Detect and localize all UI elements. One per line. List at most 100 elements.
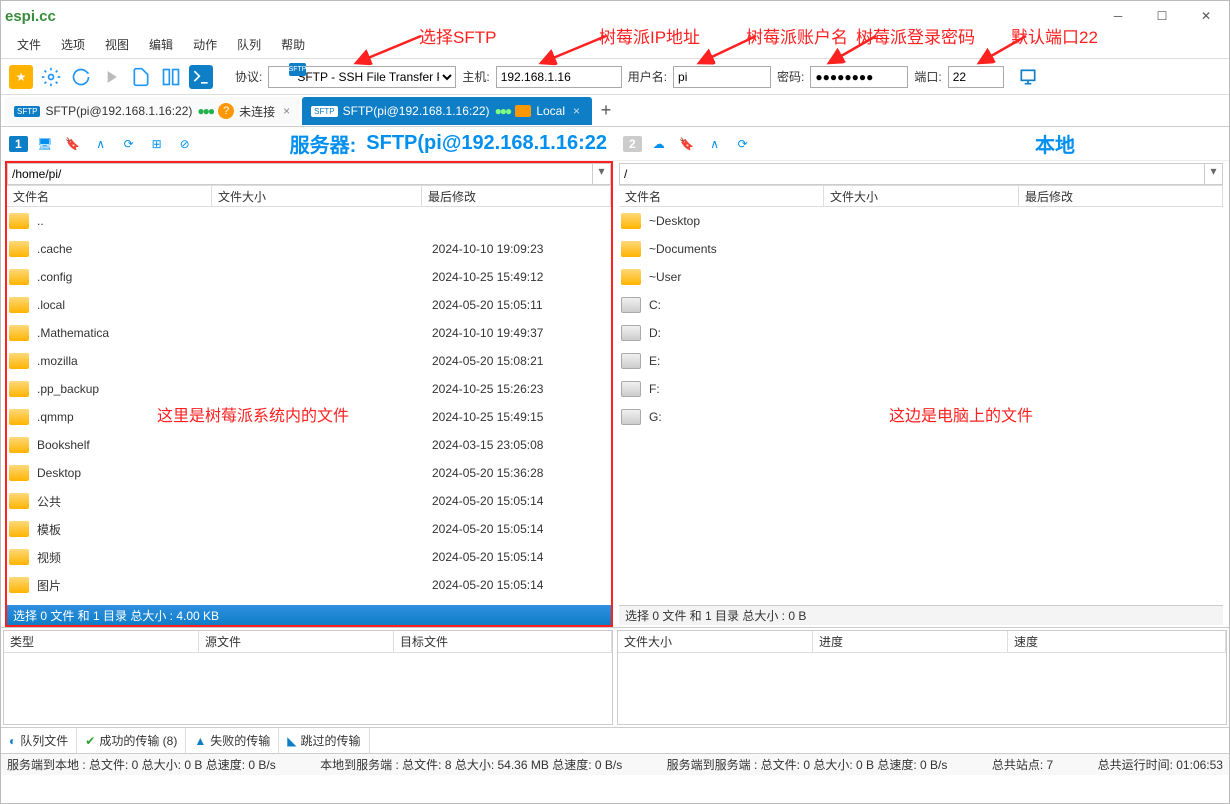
col-mod[interactable]: 最后修改: [1019, 186, 1223, 206]
remote-file-list[interactable]: 这里是树莓派系统内的文件 ...cache2024-10-10 19:09:23…: [7, 207, 611, 605]
table-row[interactable]: E:: [619, 347, 1223, 375]
file-icon[interactable]: [129, 65, 153, 89]
table-row[interactable]: Bookshelf2024-03-15 23:05:08: [7, 431, 611, 459]
refresh-icon[interactable]: [69, 65, 93, 89]
menu-options[interactable]: 选项: [51, 33, 95, 56]
local-status: 选择 0 文件 和 1 目录 总大小 : 0 B: [619, 605, 1223, 625]
file-name: Bookshelf: [37, 438, 432, 452]
footer-s1: 服务端到本地 : 总文件: 0 总大小: 0 B 总速度: 0 B/s: [7, 756, 276, 773]
terminal-icon[interactable]: [189, 65, 213, 89]
qcol-size[interactable]: 文件大小: [618, 631, 813, 652]
disconnect-icon[interactable]: ⊘: [174, 133, 196, 155]
up-icon[interactable]: ∧: [90, 133, 112, 155]
user-label: 用户名:: [628, 68, 667, 85]
tab-1-status-dots: ●●●: [197, 104, 213, 118]
table-row[interactable]: .mozilla2024-05-20 15:08:21: [7, 347, 611, 375]
qcol-speed[interactable]: 速度: [1008, 631, 1226, 652]
refresh-left-icon[interactable]: ⟳: [118, 133, 140, 155]
menu-view[interactable]: 视图: [95, 33, 139, 56]
tab-session-1[interactable]: SFTP SFTP(pi@192.168.1.16:22) ●●● ? 未连接 …: [5, 97, 302, 125]
table-row[interactable]: 视频2024-05-20 15:05:14: [7, 543, 611, 571]
col-size[interactable]: 文件大小: [824, 186, 1019, 206]
file-name: .cache: [37, 242, 432, 256]
table-row[interactable]: 图片2024-05-20 15:05:14: [7, 571, 611, 599]
bottab-success[interactable]: ✔成功的传输 (8): [77, 728, 186, 753]
network-icon[interactable]: ⊞: [146, 133, 168, 155]
menu-queue[interactable]: 队列: [227, 33, 271, 56]
tab-1-nc: 未连接: [239, 103, 275, 120]
remote-pane: ▾ 文件名 文件大小 最后修改 这里是树莓派系统内的文件 ...cache202…: [5, 161, 613, 627]
table-row[interactable]: .cache2024-10-10 19:09:23: [7, 235, 611, 263]
file-mod: 2024-10-10 19:09:23: [432, 242, 543, 256]
up-right-icon[interactable]: ∧: [704, 133, 726, 155]
qcol-progress[interactable]: 进度: [813, 631, 1008, 652]
remote-path-bar: ▾: [7, 163, 611, 185]
path-dropdown-icon[interactable]: ▾: [592, 164, 610, 184]
table-row[interactable]: 模板2024-05-20 15:05:14: [7, 515, 611, 543]
pane-2-badge: 2: [623, 136, 642, 152]
bookmark-right-icon[interactable]: 🔖: [676, 133, 698, 155]
folder-icon: [9, 297, 29, 313]
table-row[interactable]: .local2024-05-20 15:05:11: [7, 291, 611, 319]
new-tab-button[interactable]: +: [592, 100, 620, 121]
table-row[interactable]: .config2024-10-25 15:49:12: [7, 263, 611, 291]
table-row[interactable]: ~User: [619, 263, 1223, 291]
menu-file[interactable]: 文件: [7, 33, 51, 56]
table-row[interactable]: .pp_backup2024-10-25 15:26:23: [7, 375, 611, 403]
compare-icon[interactable]: [159, 65, 183, 89]
bookmark-icon[interactable]: 🔖: [62, 133, 84, 155]
cloud-icon[interactable]: ☁: [648, 133, 670, 155]
table-row[interactable]: ..: [7, 207, 611, 235]
path-dropdown-icon[interactable]: ▾: [1204, 164, 1222, 184]
table-row[interactable]: D:: [619, 319, 1223, 347]
remote-path-input[interactable]: [8, 164, 592, 184]
col-name[interactable]: 文件名: [619, 186, 824, 206]
table-row[interactable]: ~Desktop: [619, 207, 1223, 235]
bottab-failed[interactable]: ▲失败的传输: [186, 728, 279, 753]
tab-session-2[interactable]: SFTP SFTP(pi@192.168.1.16:22) ●●● Local …: [302, 97, 592, 125]
folder-icon: [9, 325, 29, 341]
play-icon[interactable]: [99, 65, 123, 89]
col-size[interactable]: 文件大小: [212, 186, 422, 206]
table-row[interactable]: Desktop2024-05-20 15:36:28: [7, 459, 611, 487]
close-button[interactable]: ✕: [1184, 2, 1228, 30]
folder-icon: [9, 493, 29, 509]
tab-2-close[interactable]: ×: [570, 104, 583, 118]
file-name: 视频: [37, 549, 432, 566]
menu-help[interactable]: 帮助: [271, 33, 315, 56]
maximize-button[interactable]: ☐: [1140, 2, 1184, 30]
local-file-list[interactable]: 这边是电脑上的文件 ~Desktop~Documents~UserC:D:E:F…: [619, 207, 1223, 605]
table-row[interactable]: ~Documents: [619, 235, 1223, 263]
file-name: .Mathematica: [37, 326, 432, 340]
qcol-type[interactable]: 类型: [4, 631, 199, 652]
col-name[interactable]: 文件名: [7, 186, 212, 206]
file-mod: 2024-05-20 15:05:14: [432, 522, 543, 536]
local-pane: ▾ 文件名 文件大小 最后修改 这边是电脑上的文件 ~Desktop~Docum…: [617, 161, 1225, 627]
monitor-icon[interactable]: 🖥: [34, 133, 56, 155]
local-path-input[interactable]: [620, 164, 1204, 184]
bottab-skipped[interactable]: ◣跳过的传输: [279, 728, 369, 753]
folder-icon: [9, 269, 29, 285]
table-row[interactable]: F:: [619, 375, 1223, 403]
footer-s3: 服务端到服务端 : 总文件: 0 总大小: 0 B 总速度: 0 B/s: [667, 756, 948, 773]
sftp-badge-icon: SFTP: [311, 106, 337, 117]
refresh-right-icon[interactable]: ⟳: [732, 133, 754, 155]
settings-icon[interactable]: [39, 65, 63, 89]
bottab-queue[interactable]: ◐队列文件: [1, 728, 77, 753]
menu-edit[interactable]: 编辑: [139, 33, 183, 56]
table-row[interactable]: .Mathematica2024-10-10 19:49:37: [7, 319, 611, 347]
drive-icon: [621, 297, 641, 313]
footer-s5: 总共运行时间: 01:06:53: [1098, 756, 1223, 773]
table-row[interactable]: 公共2024-05-20 15:05:14: [7, 487, 611, 515]
favorites-icon[interactable]: ★: [9, 65, 33, 89]
menu-actions[interactable]: 动作: [183, 33, 227, 56]
file-mod: 2024-10-10 19:49:37: [432, 326, 543, 340]
file-name: 图片: [37, 577, 432, 594]
col-mod[interactable]: 最后修改: [422, 186, 611, 206]
tab-1-close[interactable]: ×: [280, 104, 293, 118]
folder-icon: [621, 213, 641, 229]
table-row[interactable]: C:: [619, 291, 1223, 319]
minimize-button[interactable]: ─: [1096, 2, 1140, 30]
qcol-dst[interactable]: 目标文件: [394, 631, 612, 652]
qcol-src[interactable]: 源文件: [199, 631, 394, 652]
